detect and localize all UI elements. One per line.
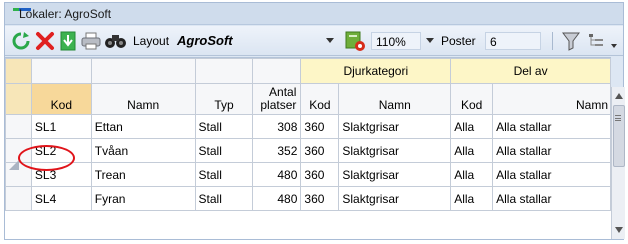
cell-djurkategori-namn[interactable]: Slaktgrisar (338, 114, 452, 139)
toolbar: Layout AgroSoft 110% Poster 6 (5, 26, 623, 56)
layout-dropdown-arrow[interactable] (326, 38, 334, 43)
cell-djurkategori-namn[interactable]: Slaktgrisar (338, 138, 452, 163)
scroll-grip-icon (615, 115, 621, 121)
column-header-djurkategori-kod[interactable]: Kod (300, 83, 340, 115)
cell-del-av-kod[interactable]: Alla (450, 162, 494, 187)
selection-highlight-circle (18, 145, 75, 171)
row-header-corner (5, 83, 32, 115)
row-header[interactable] (5, 186, 32, 211)
cell-namn[interactable]: Fyran (90, 186, 196, 211)
cell-djurkategori-kod[interactable]: 360 (300, 162, 340, 187)
refresh-icon[interactable] (11, 30, 31, 52)
cell-djurkategori-kod[interactable]: 360 (300, 186, 340, 211)
zoom-select[interactable]: 110% (371, 32, 421, 50)
cell-typ[interactable]: Stall (194, 114, 254, 139)
table-row[interactable]: SL1 Ettan Stall 308 360 Slaktgrisar Alla Alla s… (5, 114, 611, 139)
column-header-antal-platser[interactable]: Antal platser (252, 83, 302, 115)
cell-kod[interactable]: SL4 (30, 186, 92, 211)
scroll-down-arrow-icon[interactable] (613, 223, 625, 237)
title-bar: Lokaler: AgroSoft (5, 3, 623, 25)
cell-del-av-namn[interactable]: Alla stallar (492, 138, 611, 163)
print-icon[interactable] (81, 30, 101, 52)
cell-del-av-kod[interactable]: Alla (450, 138, 494, 163)
binoculars-icon[interactable] (104, 30, 128, 52)
cell-antal-platser[interactable]: 480 (252, 186, 302, 211)
lokaler-window: Lokaler: AgroSoft Layout AgroSoft 110% P… (4, 2, 625, 240)
cell-djurkategori-namn[interactable]: Slaktgrisar (338, 162, 452, 187)
scroll-up-arrow-icon[interactable] (613, 89, 625, 103)
download-icon[interactable] (59, 30, 77, 52)
window-title: Lokaler: AgroSoft (19, 7, 112, 21)
vertical-scrollbar[interactable] (611, 87, 625, 239)
cell-del-av-namn[interactable]: Alla stallar (492, 186, 611, 211)
cell-djurkategori-kod[interactable]: 360 (300, 138, 340, 163)
group-header-djurkategori: Djurkategori (300, 58, 452, 84)
cell-kod[interactable]: SL1 (30, 114, 92, 139)
cell-del-av-kod[interactable]: Alla (450, 114, 494, 139)
table-row[interactable]: SL3 Trean Stall 480 360 Slaktgrisar Alla Alla s… (5, 162, 611, 187)
toolbar-overflow-arrow[interactable] (611, 44, 617, 48)
cell-del-av-namn[interactable]: Alla stallar (492, 162, 611, 187)
grid-corner (5, 58, 32, 84)
antal-line-2: platser (260, 98, 297, 112)
cell-typ[interactable]: Stall (194, 186, 254, 211)
column-header-namn[interactable]: Namn (90, 83, 196, 115)
column-header-del-av-namn[interactable]: Namn (492, 83, 611, 115)
toolbar-separator (552, 32, 553, 50)
poster-label: Poster (441, 34, 476, 48)
filter-icon[interactable] (561, 30, 581, 52)
poster-count-field: 6 (485, 32, 541, 50)
cell-djurkategori-kod[interactable]: 360 (300, 114, 340, 139)
cell-namn[interactable]: Ettan (90, 114, 196, 139)
cell-namn[interactable]: Trean (90, 162, 196, 187)
cell-djurkategori-namn[interactable]: Slaktgrisar (338, 186, 452, 211)
layout-select[interactable]: AgroSoft (177, 33, 233, 48)
column-header-djurkategori-namn[interactable]: Namn (338, 83, 452, 115)
sort-indicator-icon (9, 160, 19, 170)
cell-typ[interactable]: Stall (194, 138, 254, 163)
tree-icon[interactable] (587, 30, 605, 52)
column-header-kod[interactable]: Kod (30, 83, 92, 115)
zoom-dropdown-arrow[interactable] (426, 38, 434, 43)
cell-typ[interactable]: Stall (194, 162, 254, 187)
cell-del-av-namn[interactable]: Alla stallar (492, 114, 611, 139)
cell-del-av-kod[interactable]: Alla (450, 186, 494, 211)
cell-namn[interactable]: Tvåan (90, 138, 196, 163)
group-header-del-av: Del av (450, 58, 611, 84)
cell-antal-platser[interactable]: 352 (252, 138, 302, 163)
cell-antal-platser[interactable]: 308 (252, 114, 302, 139)
layout-settings-icon[interactable] (343, 30, 367, 52)
grid-table: Djurkategori Del av Kod Namn Typ Antal pl… (5, 58, 611, 211)
row-header[interactable] (5, 114, 32, 139)
cell-antal-platser[interactable]: 480 (252, 162, 302, 187)
layout-label: Layout (133, 34, 170, 48)
table-row[interactable]: SL4 Fyran Stall 480 360 Slaktgrisar Alla Alla s… (5, 186, 611, 211)
table-row[interactable]: SL2 Tvåan Stall 352 360 Slaktgrisar Alla Alla s… (5, 138, 611, 163)
antal-line-1: Antal (269, 85, 297, 99)
column-header-typ[interactable]: Typ (194, 83, 254, 115)
column-header-del-av-kod[interactable]: Kod (450, 83, 494, 115)
lokaler-grid: Djurkategori Del av Kod Namn Typ Antal pl… (5, 57, 611, 239)
delete-icon[interactable] (35, 30, 55, 52)
